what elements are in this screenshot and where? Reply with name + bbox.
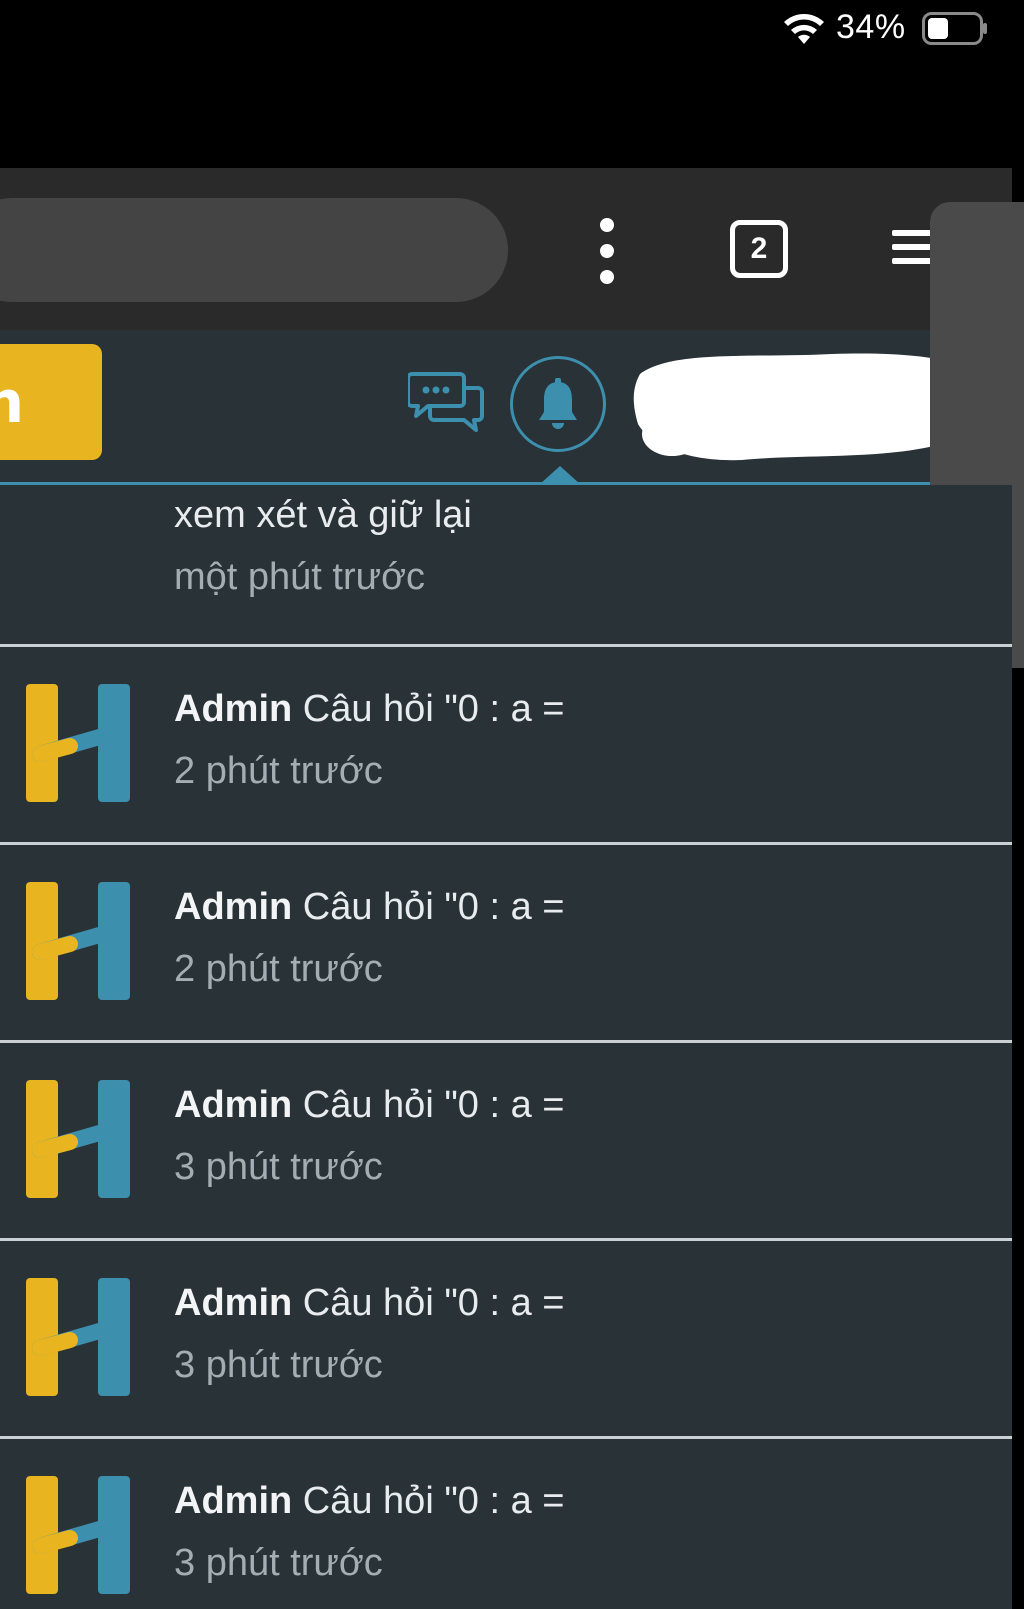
- notification-text-line: Admin Câu hỏi "0 : a =: [174, 1479, 565, 1525]
- notification-time: 3 phút trước: [174, 1344, 383, 1386]
- notification-text-line: Admin Câu hỏi "0 : a =: [174, 687, 565, 733]
- browser-toolbar: 2: [0, 168, 1012, 330]
- notification-time: một phút trước: [174, 556, 425, 598]
- h-logo-icon: [26, 684, 130, 802]
- h-logo-icon: [26, 882, 130, 1000]
- more-vertical-icon[interactable]: [590, 218, 624, 284]
- notification-time: 3 phút trước: [174, 1542, 383, 1584]
- hamburger-menu-icon[interactable]: [892, 230, 934, 270]
- battery-percentage: 34%: [836, 8, 906, 46]
- screen: 34% 2 n xem xét và giữ lại một phút trướ…: [0, 0, 1024, 1609]
- list-item[interactable]: Admin Câu hỏi "0 : a = 3 phút trước: [0, 1439, 1012, 1609]
- h-logo-icon: [26, 1278, 130, 1396]
- list-item[interactable]: Admin Câu hỏi "0 : a = 3 phút trước: [0, 1241, 1012, 1439]
- notifications-button[interactable]: [510, 356, 606, 452]
- notification-text: Câu hỏi "0 : a =: [302, 886, 565, 928]
- notification-text-line: Admin Câu hỏi "0 : a =: [174, 885, 565, 931]
- url-bar[interactable]: [0, 198, 508, 302]
- notification-time: 3 phút trước: [174, 1146, 383, 1188]
- notification-text: Câu hỏi "0 : a =: [302, 1480, 565, 1522]
- chat-bubbles-icon[interactable]: [408, 370, 484, 434]
- notification-text: Câu hỏi "0 : a =: [302, 688, 565, 730]
- notification-text-line: Admin Câu hỏi "0 : a =: [174, 1083, 565, 1129]
- h-logo-icon: [26, 1476, 130, 1594]
- tabs-button[interactable]: 2: [730, 220, 788, 278]
- h-logo-icon: [26, 1080, 130, 1198]
- notification-text-line: Admin Câu hỏi "0 : a =: [174, 1281, 565, 1327]
- notification-author: Admin: [174, 1084, 293, 1126]
- yellow-action-button[interactable]: n: [0, 344, 102, 460]
- list-item[interactable]: Admin Câu hỏi "0 : a = 2 phút trước: [0, 647, 1012, 845]
- notification-author: Admin: [174, 1480, 293, 1522]
- battery-icon: [922, 12, 987, 45]
- wifi-icon: [784, 14, 824, 44]
- status-bar: 34%: [0, 0, 1024, 168]
- notification-author: Admin: [174, 688, 293, 730]
- bell-icon: [539, 378, 577, 429]
- notification-time: 2 phút trước: [174, 750, 383, 792]
- notification-list: xem xét và giữ lại một phút trước Admin …: [0, 485, 1012, 1609]
- notification-author: Admin: [174, 1282, 293, 1324]
- site-header: n: [0, 330, 1012, 485]
- list-item[interactable]: Admin Câu hỏi "0 : a = 3 phút trước: [0, 1043, 1012, 1241]
- notification-time: 2 phút trước: [174, 948, 383, 990]
- list-item[interactable]: Admin Câu hỏi "0 : a = 2 phút trước: [0, 845, 1012, 1043]
- notification-text: Câu hỏi "0 : a =: [302, 1282, 565, 1324]
- notification-author: Admin: [174, 886, 293, 928]
- notification-text: xem xét và giữ lại: [174, 494, 472, 536]
- dropdown-caret: [540, 466, 580, 484]
- notification-text: Câu hỏi "0 : a =: [302, 1084, 565, 1126]
- list-item[interactable]: xem xét và giữ lại một phút trước: [0, 485, 1012, 647]
